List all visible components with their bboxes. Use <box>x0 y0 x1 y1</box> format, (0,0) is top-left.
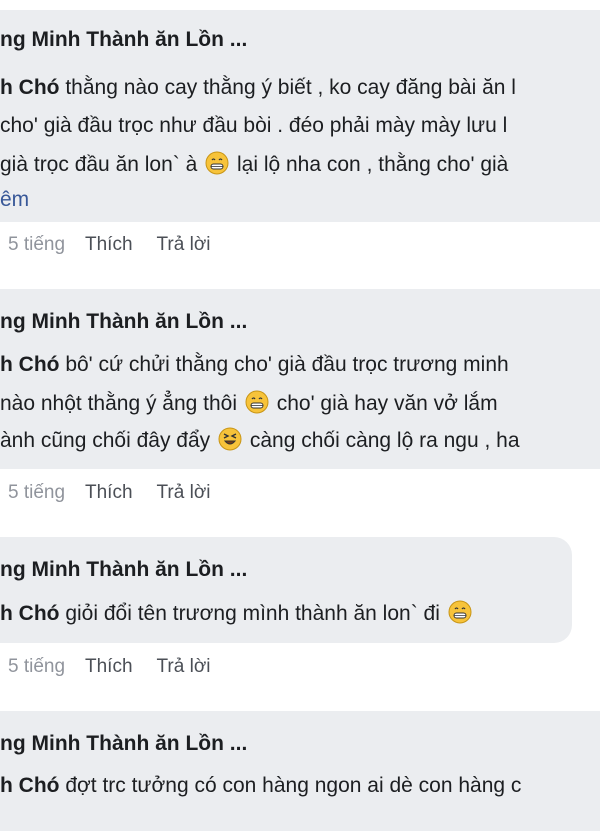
reply-button[interactable]: Trả lời <box>157 482 211 504</box>
comment-author-link[interactable]: ng Minh Thành ăn Lồn ... <box>0 310 247 334</box>
like-button[interactable]: Thích <box>85 656 133 678</box>
grin-emoji-icon <box>245 390 269 414</box>
see-more-link[interactable]: êm <box>0 188 29 212</box>
comment-timestamp[interactable]: 5 tiếng <box>0 482 85 504</box>
comment-bubble: ng Minh Thành ăn Lồn ... h Chó giỏi đổi … <box>0 537 572 643</box>
comment-actions: 5 tiếng Thích Trả lời <box>0 482 235 504</box>
comment-actions: 5 tiếng Thích Trả lời <box>0 234 235 256</box>
comment-text-line: già trọc đầu ăn lon` à lại lộ nha con , … <box>0 151 509 176</box>
reply-button[interactable]: Trả lời <box>157 656 211 678</box>
mentioned-name-link[interactable]: h Chó <box>0 774 59 797</box>
grin-emoji-icon <box>448 600 472 624</box>
mentioned-name-link[interactable]: h Chó <box>0 602 59 625</box>
comment-text-line: h Chó đợt trc tưởng có con hàng ngon ai … <box>0 774 522 797</box>
comment-timestamp[interactable]: 5 tiếng <box>0 656 85 678</box>
like-button[interactable]: Thích <box>85 482 133 504</box>
comment-text-line: h Chó thằng nào cay thằng ý biết , ko ca… <box>0 76 516 99</box>
comment-actions: 5 tiếng Thích Trả lời <box>0 656 235 678</box>
comment-timestamp[interactable]: 5 tiếng <box>0 234 85 256</box>
grin-emoji-icon <box>205 151 229 175</box>
comment-text-line: nào nhột thằng ý ẳng thôi cho' già hay v… <box>0 390 498 415</box>
comment-text-line: h Chó giỏi đổi tên trương mình thành ăn … <box>0 600 474 626</box>
mentioned-name-link[interactable]: h Chó <box>0 353 59 376</box>
comment-text-line: ành cũng chối đây đẩy càng chối càng lộ … <box>0 427 520 452</box>
comment-bubble: ng Minh Thành ăn Lồn ... h Chó thằng nào… <box>0 10 600 222</box>
reply-button[interactable]: Trả lời <box>157 234 211 256</box>
comment-bubble: ng Minh Thành ăn Lồn ... h Chó bô' cứ ch… <box>0 289 600 469</box>
comment-text-line: h Chó bô' cứ chửi thằng cho' già đầu trọ… <box>0 353 509 376</box>
comment-text-line: cho' già đầu trọc như đầu bòi . đéo phải… <box>0 114 508 137</box>
laughing-squint-emoji-icon <box>218 427 242 451</box>
comment-bubble: ng Minh Thành ăn Lồn ... h Chó đợt trc t… <box>0 711 600 831</box>
comment-author-link[interactable]: ng Minh Thành ăn Lồn ... <box>0 558 247 582</box>
comment-author-link[interactable]: ng Minh Thành ăn Lồn ... <box>0 732 247 756</box>
like-button[interactable]: Thích <box>85 234 133 256</box>
comment-author-link[interactable]: ng Minh Thành ăn Lồn ... <box>0 28 247 52</box>
mentioned-name-link[interactable]: h Chó <box>0 76 59 99</box>
